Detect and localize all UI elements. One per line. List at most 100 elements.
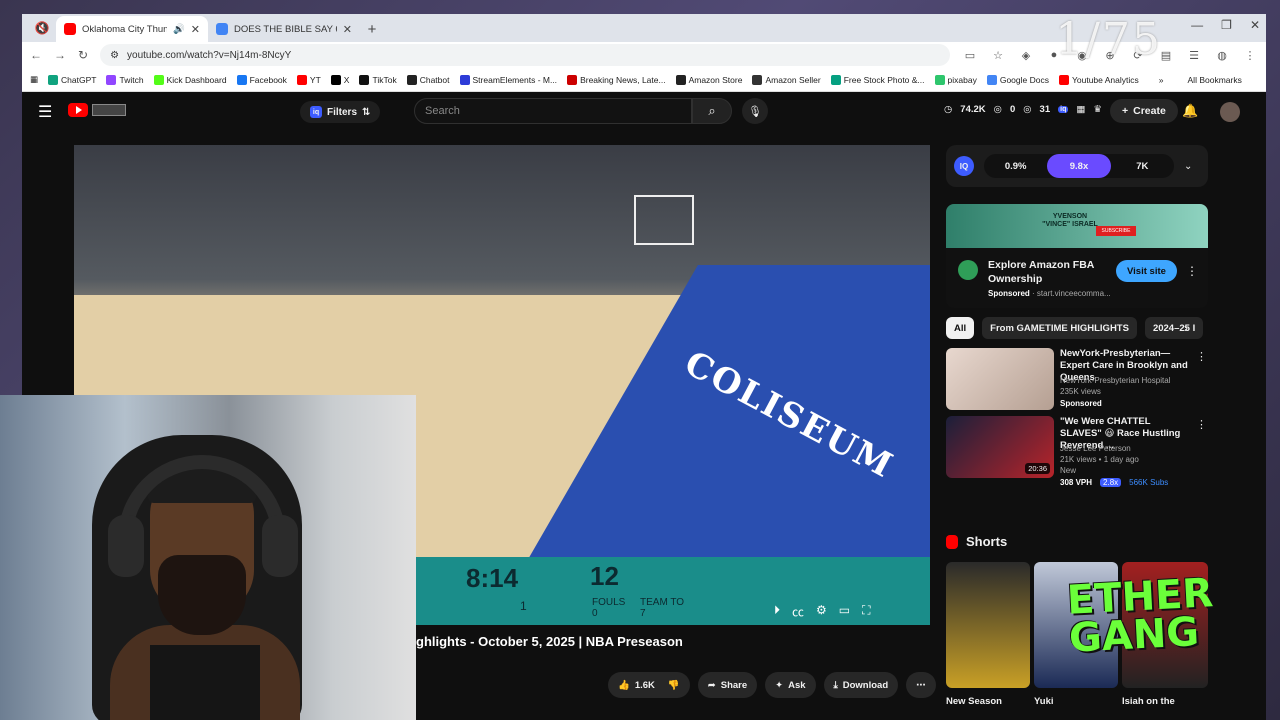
- close-tab-icon[interactable]: ✕: [343, 23, 352, 36]
- bookmark-item[interactable]: Facebook: [236, 74, 287, 85]
- site-info-icon[interactable]: ⚙: [110, 50, 119, 61]
- bookmark-item[interactable]: Breaking News, Late...: [567, 74, 666, 85]
- bookmark-item[interactable]: Twitch: [106, 74, 144, 85]
- tab-youtube[interactable]: Oklahoma City Thunder vs 🔊 ✕: [56, 16, 208, 42]
- bookmark-item[interactable]: Free Stock Photo &...: [830, 74, 925, 85]
- iq-metric[interactable]: 9.8x: [1047, 154, 1111, 178]
- create-button[interactable]: + Create: [1110, 99, 1178, 123]
- iq-metric[interactable]: 7K: [1111, 154, 1174, 178]
- bookmark-item[interactable]: Kick Dashboard: [153, 74, 227, 85]
- iq-icon[interactable]: iq: [1058, 106, 1069, 113]
- bookmark-favicon-icon: [296, 74, 307, 85]
- short-label[interactable]: Isiah on the: [1122, 696, 1175, 707]
- share-button[interactable]: ➦ Share: [697, 672, 758, 698]
- rec-channel[interactable]: Jesse Lee Peterson: [1060, 444, 1131, 453]
- new-tab-button[interactable]: +: [360, 16, 384, 42]
- grid-icon[interactable]: ▦: [1076, 104, 1085, 115]
- bookmark-item[interactable]: StreamElements - M...: [459, 74, 557, 85]
- rec-channel[interactable]: NewYork-Presbyterian Hospital: [1060, 376, 1170, 385]
- visit-site-button[interactable]: Visit site: [1116, 260, 1177, 282]
- close-tab-icon[interactable]: ✕: [191, 23, 200, 36]
- short-label[interactable]: Yuki: [1034, 696, 1054, 707]
- ask-button[interactable]: ✦ Ask: [765, 672, 816, 698]
- close-window-icon[interactable]: ✕: [1250, 18, 1260, 32]
- chip-channel[interactable]: From GAMETIME HIGHLIGHTS: [982, 317, 1137, 339]
- bookmarks-overflow-icon[interactable]: »: [1159, 75, 1164, 85]
- more-icon[interactable]: ⋮: [1242, 49, 1258, 62]
- profile-icon[interactable]: ◍: [1214, 49, 1230, 62]
- audio-icon[interactable]: 🔊: [173, 24, 185, 35]
- chevron-down-icon[interactable]: ⌄: [1184, 161, 1192, 172]
- download-button[interactable]: ⤓ Download: [823, 672, 899, 698]
- minimize-icon[interactable]: —: [1191, 18, 1203, 32]
- recommendation[interactable]: NewYork-Presbyterian—Expert Care in Broo…: [946, 348, 1208, 412]
- ad-card[interactable]: YVENSON "VINCE" ISRAEL SUBSCRIBE Explore…: [946, 204, 1208, 308]
- bookmark-item[interactable]: YT: [296, 74, 321, 85]
- settings-icon[interactable]: ⚙: [816, 603, 827, 620]
- vph: 308 VPH: [1060, 478, 1093, 487]
- fouls-value: 0: [592, 608, 598, 619]
- bookmark-item[interactable]: Chatbot: [406, 74, 450, 85]
- bookmark-item[interactable]: Amazon Seller: [752, 74, 821, 85]
- iq-metric[interactable]: 0.9%: [984, 154, 1047, 178]
- bookmark-item[interactable]: Google Docs: [986, 74, 1049, 85]
- extension-icon[interactable]: ◈: [1018, 49, 1034, 62]
- more-icon[interactable]: ⋮: [1196, 418, 1207, 431]
- iq-metric-group: 0.9% 9.8x 7K: [984, 154, 1174, 178]
- star-icon[interactable]: ☆: [990, 49, 1006, 62]
- chip-all[interactable]: All: [946, 317, 975, 339]
- video-thumbnail[interactable]: 20:36: [946, 416, 1054, 478]
- thumbs-up-icon: 👍: [618, 679, 630, 691]
- bookmark-item[interactable]: Amazon Store: [675, 74, 742, 85]
- bookmark-item[interactable]: X: [330, 74, 350, 85]
- search-button[interactable]: ⌕: [692, 98, 732, 124]
- filter-chips: All From GAMETIME HIGHLIGHTS 2024–25 I: [946, 317, 1204, 339]
- bookmark-item[interactable]: ChatGPT: [48, 74, 97, 85]
- like-button[interactable]: 👍 1.6K 👎: [608, 672, 690, 698]
- video-thumbnail[interactable]: [946, 348, 1054, 410]
- cast-icon[interactable]: ▭: [962, 49, 978, 62]
- youtube-logo[interactable]: [68, 103, 126, 117]
- address-bar[interactable]: ⚙ youtube.com/watch?v=Nj14m-8NcyY: [100, 44, 950, 66]
- thumbs-down-icon[interactable]: 👎: [668, 680, 680, 691]
- chip-season[interactable]: 2024–25 I: [1144, 317, 1204, 339]
- bookmark-label: ChatGPT: [61, 74, 97, 85]
- all-bookmarks[interactable]: All Bookmarks: [1188, 75, 1242, 85]
- bookmark-label: Youtube Analytics: [1071, 74, 1139, 85]
- bookmark-item[interactable]: Youtube Analytics: [1058, 74, 1139, 85]
- back-icon[interactable]: ←: [30, 48, 42, 62]
- sparkle-icon: ✦: [775, 679, 784, 691]
- bookmark-item[interactable]: TikTok: [359, 74, 397, 85]
- chevron-right-icon[interactable]: ›: [1184, 321, 1188, 335]
- download-label: Download: [842, 679, 889, 691]
- search-input[interactable]: Search: [414, 98, 692, 124]
- voice-search-button[interactable]: 🎙: [742, 98, 768, 124]
- menu-icon[interactable]: ☰: [38, 102, 52, 122]
- more-icon[interactable]: ⋮: [1186, 264, 1198, 278]
- bookmark-favicon-icon: [359, 74, 370, 85]
- more-icon[interactable]: ⋮: [1196, 350, 1207, 363]
- stat-a: 0: [1009, 104, 1016, 115]
- reload-icon[interactable]: ↻: [78, 48, 88, 62]
- theater-icon[interactable]: ▭: [839, 603, 850, 620]
- bookmark-item[interactable]: pixabay: [934, 74, 977, 85]
- filters-button[interactable]: iq Filters ⇅: [300, 101, 381, 123]
- more-actions-button[interactable]: ⋯: [906, 672, 936, 698]
- captions-icon[interactable]: ㏄: [792, 603, 804, 620]
- short-label[interactable]: New Season: [946, 696, 1002, 707]
- award-icon[interactable]: ♛: [1093, 104, 1102, 115]
- avatar[interactable]: [1220, 102, 1240, 122]
- fullscreen-icon[interactable]: ⛶: [862, 603, 870, 620]
- forward-icon[interactable]: →: [54, 48, 66, 62]
- tab-google[interactable]: DOES THE BIBLE SAY 666 IS TH ✕: [208, 16, 360, 42]
- ad-banner: YVENSON "VINCE" ISRAEL SUBSCRIBE: [946, 204, 1208, 248]
- autoplay-icon[interactable]: ⏵: [774, 603, 780, 620]
- bookmark-label: X: [343, 74, 350, 85]
- short-thumbnail[interactable]: [946, 562, 1030, 688]
- recommendation[interactable]: 20:36 "We Were CHATTEL SLAVES" 😃 Race Hu…: [946, 416, 1208, 487]
- tab-search-icon[interactable]: 🔇: [28, 14, 56, 42]
- maximize-icon[interactable]: ❐: [1221, 18, 1232, 32]
- menu-icon[interactable]: ☰: [1186, 49, 1202, 62]
- notifications-icon[interactable]: 🔔: [1182, 103, 1198, 119]
- apps-icon[interactable]: ▦: [30, 74, 38, 85]
